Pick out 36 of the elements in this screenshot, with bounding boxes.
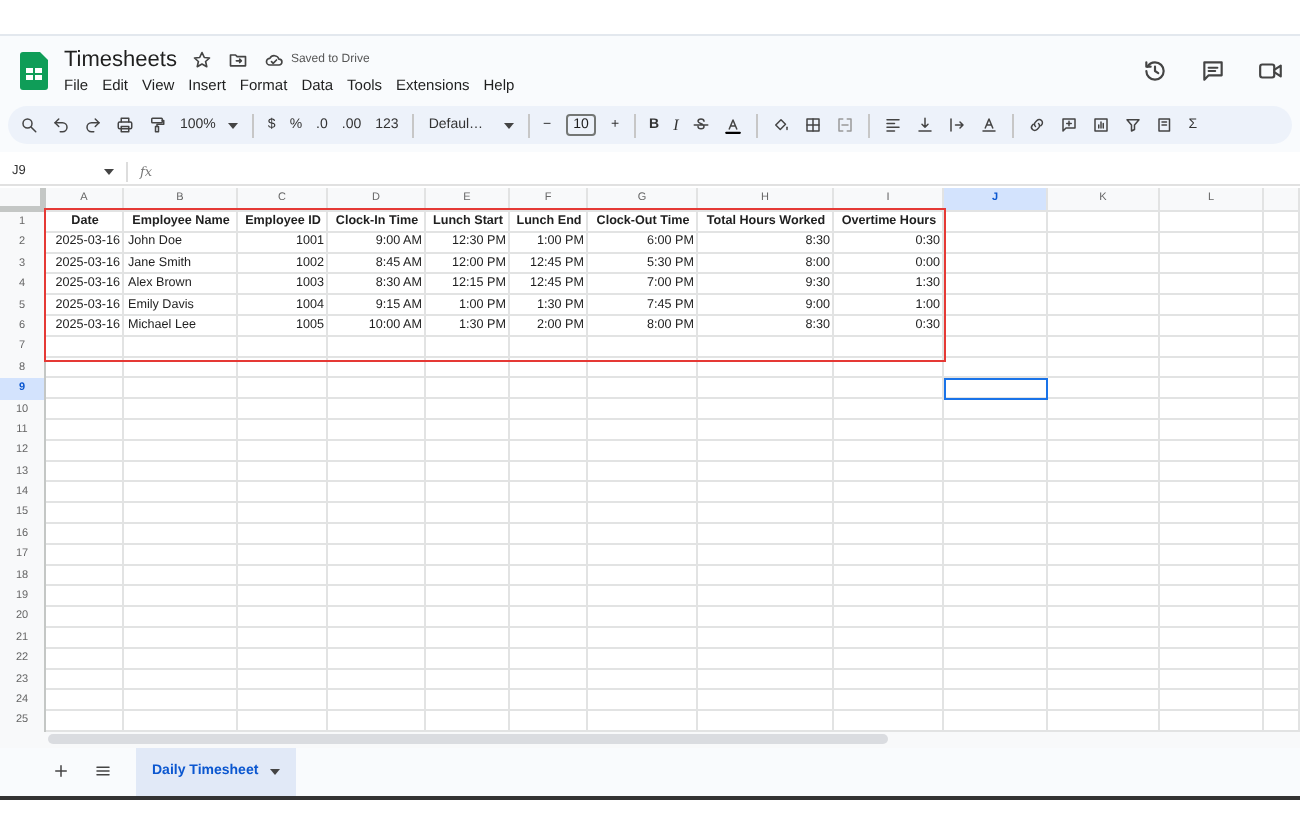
caret-icon (503, 121, 514, 129)
add-sheet-icon[interactable] (52, 762, 70, 781)
horizontal-scrollbar[interactable] (48, 734, 888, 745)
borders-icon[interactable] (804, 116, 823, 134)
video-camera-icon[interactable] (1258, 57, 1284, 83)
caret-icon (227, 121, 238, 129)
merge-cells-icon[interactable] (836, 116, 855, 134)
filter-icon[interactable] (1124, 116, 1143, 134)
history-icon[interactable] (1142, 57, 1168, 83)
paint-roller-icon[interactable] (148, 116, 166, 134)
undo-icon[interactable] (52, 116, 70, 134)
italic-button[interactable]: I (673, 116, 679, 134)
link-icon[interactable] (1028, 116, 1047, 134)
caret-icon (270, 767, 281, 776)
sheet-list-icon[interactable] (94, 762, 112, 781)
search-icon[interactable] (20, 116, 38, 134)
text-color-icon[interactable] (724, 115, 743, 135)
align-left-icon[interactable] (884, 116, 903, 134)
cloud-icon[interactable] (264, 49, 285, 69)
strikethrough-icon[interactable] (692, 116, 711, 134)
text-rotate-icon[interactable] (980, 116, 999, 134)
spreadsheet-logo-icon[interactable] (20, 51, 48, 89)
selected-cell[interactable] (944, 378, 1048, 400)
document-title[interactable]: Timesheets (64, 47, 177, 71)
comment-icon[interactable] (1200, 57, 1226, 83)
print-icon[interactable] (116, 116, 134, 134)
text-wrap-icon[interactable] (948, 116, 967, 134)
chart-icon[interactable] (1092, 116, 1111, 134)
fill-bucket-icon[interactable] (772, 116, 791, 134)
add-comment-icon[interactable] (1060, 116, 1079, 134)
folder-icon[interactable] (228, 49, 249, 69)
caret-icon (104, 167, 114, 175)
star-icon[interactable] (192, 49, 213, 69)
redo-icon[interactable] (84, 116, 102, 134)
vertical-align-icon[interactable] (916, 116, 935, 134)
filter-views-icon[interactable] (1156, 116, 1175, 134)
